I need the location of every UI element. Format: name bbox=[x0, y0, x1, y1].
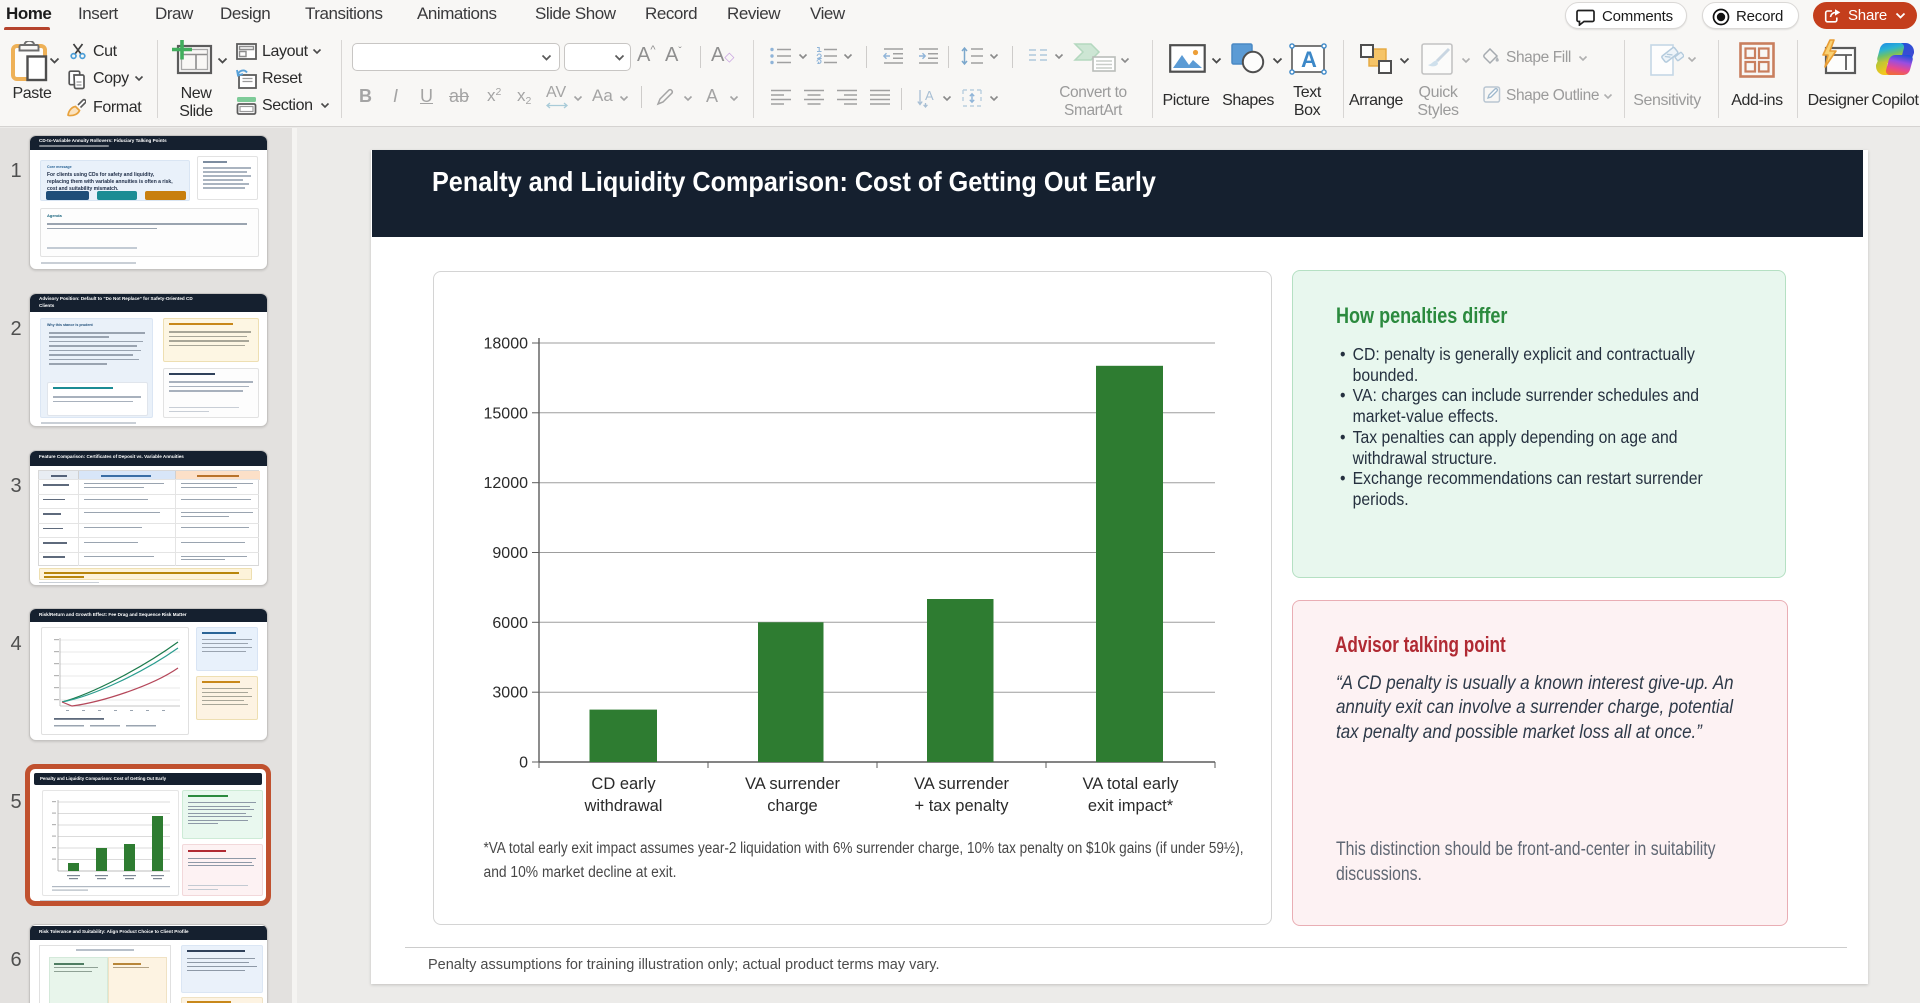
svg-text:A: A bbox=[925, 88, 934, 103]
svg-text:12000: 12000 bbox=[484, 475, 529, 492]
svg-text:3000: 3000 bbox=[492, 685, 528, 702]
svg-text:charge: charge bbox=[767, 797, 817, 815]
svg-text:VA surrender: VA surrender bbox=[914, 775, 1010, 793]
svg-text:withdrawal: withdrawal bbox=[584, 797, 663, 815]
svg-text:0: 0 bbox=[519, 755, 528, 772]
svg-text:CD early: CD early bbox=[591, 775, 656, 793]
svg-text:6000: 6000 bbox=[492, 615, 528, 632]
svg-text:+ tax penalty: + tax penalty bbox=[914, 797, 1009, 815]
svg-text:9000: 9000 bbox=[492, 545, 528, 562]
svg-text:15000: 15000 bbox=[484, 405, 529, 422]
svg-text:*VA total early exit impact as: *VA total early exit impact assumes year… bbox=[484, 840, 1244, 857]
svg-text:18000: 18000 bbox=[484, 336, 529, 353]
svg-text:and 10% market decline at exit: and 10% market decline at exit. bbox=[484, 864, 677, 881]
svg-text:VA surrender: VA surrender bbox=[745, 775, 841, 793]
svg-text:A: A bbox=[1301, 47, 1317, 72]
svg-text:VA total early: VA total early bbox=[1083, 775, 1180, 793]
svg-text:exit impact*: exit impact* bbox=[1088, 797, 1174, 815]
